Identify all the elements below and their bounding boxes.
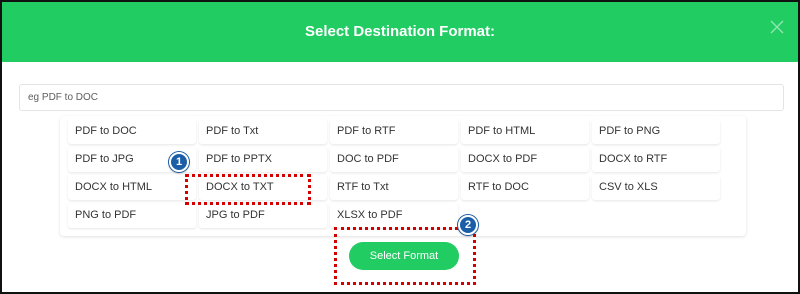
format-option-pdf-to-html[interactable]: PDF to HTML (461, 119, 589, 144)
format-option-pdf-to-pptx[interactable]: PDF to PPTX (199, 147, 327, 172)
format-option-pdf-to-png[interactable]: PDF to PNG (592, 119, 720, 144)
format-option-docx-to-pdf[interactable]: DOCX to PDF (461, 147, 589, 172)
modal-header: Select Destination Format: (2, 2, 798, 62)
modal-dialog: Select Destination Format: PDF to DOC PD… (0, 0, 800, 294)
step-badge-2: 2 (458, 215, 478, 235)
format-option-docx-to-rtf[interactable]: DOCX to RTF (592, 147, 720, 172)
format-option-rtf-to-doc[interactable]: RTF to DOC (461, 175, 589, 200)
format-option-pdf-to-txt[interactable]: PDF to Txt (199, 119, 327, 144)
format-option-doc-to-pdf[interactable]: DOC to PDF (330, 147, 458, 172)
format-option-docx-to-txt[interactable]: DOCX to TXT (199, 175, 327, 200)
select-format-button[interactable]: Select Format (349, 242, 459, 270)
format-option-jpg-to-pdf[interactable]: JPG to PDF (199, 203, 327, 228)
format-option-rtf-to-txt[interactable]: RTF to Txt (330, 175, 458, 200)
step-badge-1: 1 (169, 152, 189, 172)
search-input[interactable] (19, 84, 784, 111)
modal-title: Select Destination Format: (304, 22, 496, 40)
format-option-xlsx-to-pdf[interactable]: XLSX to PDF (330, 203, 458, 228)
format-option-pdf-to-doc[interactable]: PDF to DOC (68, 119, 196, 144)
format-option-png-to-pdf[interactable]: PNG to PDF (68, 203, 196, 228)
format-grid: PDF to DOC PDF to Txt PDF to RTF PDF to … (68, 119, 720, 228)
format-option-pdf-to-rtf[interactable]: PDF to RTF (330, 119, 458, 144)
format-option-csv-to-xls[interactable]: CSV to XLS (592, 175, 720, 200)
format-option-docx-to-html[interactable]: DOCX to HTML (68, 175, 196, 200)
close-icon[interactable] (770, 20, 786, 36)
